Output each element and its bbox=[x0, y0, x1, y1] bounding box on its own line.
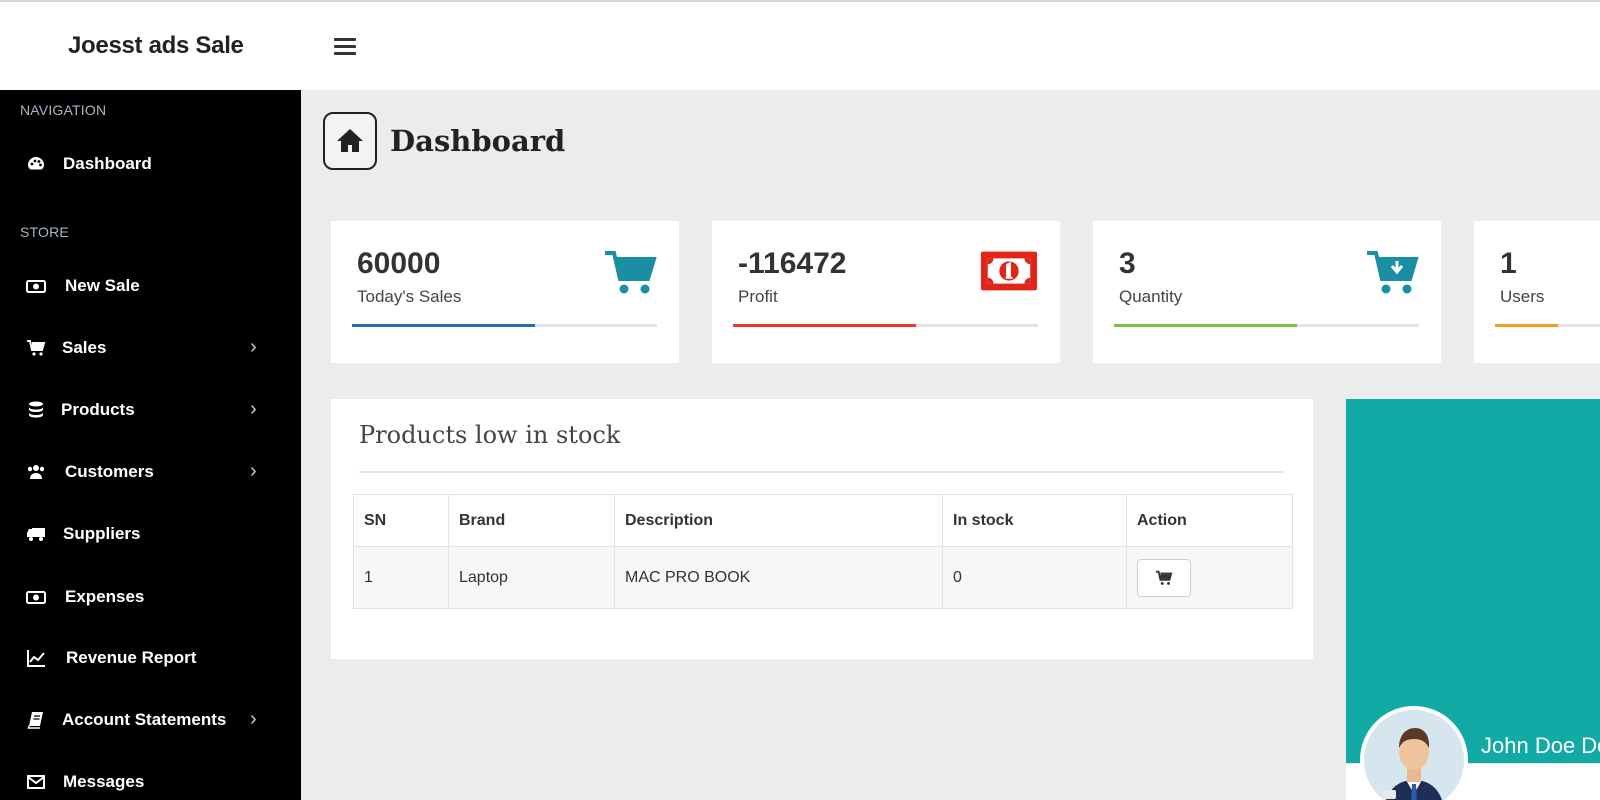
users-icon bbox=[27, 465, 45, 479]
stat-progress bbox=[352, 324, 657, 327]
stat-card-quantity: 3 Quantity bbox=[1093, 221, 1441, 363]
menu-toggle-button[interactable] bbox=[334, 38, 356, 56]
sidebar-item-label: New Sale bbox=[65, 276, 140, 295]
stat-progress bbox=[1495, 324, 1600, 327]
cart-icon bbox=[27, 340, 46, 356]
sidebar-item-expenses[interactable]: Expenses bbox=[0, 575, 301, 619]
low-stock-panel: Products low in stock SN Brand Descripti… bbox=[331, 399, 1313, 659]
hamburger-icon bbox=[334, 38, 356, 41]
chevron-right-icon: › bbox=[250, 708, 257, 730]
sidebar-item-sales[interactable]: Sales › bbox=[0, 326, 301, 370]
profile-widget: John Doe Do bbox=[1346, 399, 1600, 800]
shopping-cart-icon bbox=[605, 251, 657, 294]
column-header: Description bbox=[614, 494, 943, 547]
home-icon bbox=[337, 129, 363, 152]
stat-progress-fill bbox=[733, 324, 916, 327]
restock-cart-button[interactable] bbox=[1137, 558, 1191, 597]
column-header: Brand bbox=[448, 494, 615, 547]
cell-description: MAC PRO BOOK bbox=[614, 546, 943, 609]
envelope-icon bbox=[27, 775, 45, 789]
table-header-row: SN Brand Description In stock Action bbox=[353, 494, 1293, 547]
stat-label: Quantity bbox=[1119, 287, 1183, 306]
sidebar-item-revenue-report[interactable]: Revenue Report bbox=[0, 636, 301, 680]
money-icon bbox=[26, 280, 46, 293]
sidebar-item-account-statements[interactable]: Account Statements › bbox=[0, 698, 301, 742]
stat-progress-fill bbox=[352, 324, 535, 327]
low-stock-table: SN Brand Description In stock Action 1 L… bbox=[353, 494, 1293, 609]
cart-icon bbox=[1155, 570, 1173, 585]
avatar-image bbox=[1364, 710, 1464, 800]
brand-title[interactable]: Joesst ads Sale bbox=[68, 32, 244, 60]
table-row: 1 Laptop MAC PRO BOOK 0 bbox=[353, 546, 1293, 609]
cell-sn: 1 bbox=[353, 546, 449, 609]
chevron-right-icon: › bbox=[250, 398, 257, 420]
sidebar-item-label: Products bbox=[61, 400, 135, 419]
money-bill-icon bbox=[980, 251, 1038, 291]
sidebar-item-dashboard[interactable]: Dashboard bbox=[0, 142, 301, 186]
sidebar-item-messages[interactable]: Messages bbox=[0, 760, 301, 800]
sidebar-item-label: Dashboard bbox=[63, 154, 152, 173]
profile-name[interactable]: John Doe Do bbox=[1481, 733, 1600, 759]
stat-card-users: 1 Users bbox=[1474, 221, 1600, 363]
sidebar-item-label: Messages bbox=[63, 772, 145, 791]
truck-icon bbox=[27, 528, 45, 541]
cart-download-icon bbox=[1367, 251, 1419, 294]
sidebar-item-label: Revenue Report bbox=[66, 648, 197, 667]
stat-label: Users bbox=[1500, 287, 1545, 306]
cell-in-stock: 0 bbox=[942, 546, 1127, 609]
stat-card-profit: -116472 Profit bbox=[712, 221, 1060, 363]
cell-brand: Laptop bbox=[448, 546, 615, 609]
sidebar-item-label: Sales bbox=[62, 338, 107, 357]
top-bar: Joesst ads Sale bbox=[0, 0, 1600, 90]
panel-title: Products low in stock bbox=[359, 421, 621, 449]
sidebar: NAVIGATION Dashboard STORE New Sale Sale… bbox=[0, 90, 301, 800]
stat-value: 3 bbox=[1119, 247, 1136, 280]
chevron-right-icon: › bbox=[250, 336, 257, 358]
palette-icon bbox=[28, 157, 44, 170]
sidebar-item-customers[interactable]: Customers › bbox=[0, 450, 301, 494]
sidebar-item-suppliers[interactable]: Suppliers bbox=[0, 512, 301, 556]
page-title: Dashboard bbox=[390, 124, 566, 158]
chevron-right-icon: › bbox=[250, 460, 257, 482]
line-chart-icon bbox=[27, 650, 45, 667]
stat-label: Profit bbox=[738, 287, 778, 306]
column-header: In stock bbox=[942, 494, 1127, 547]
nav-heading-navigation: NAVIGATION bbox=[20, 102, 107, 118]
sidebar-item-label: Account Statements bbox=[62, 710, 227, 729]
stat-value: 60000 bbox=[357, 247, 441, 280]
divider bbox=[359, 471, 1285, 473]
stat-progress-fill bbox=[1495, 324, 1558, 327]
stat-progress bbox=[733, 324, 1038, 327]
sidebar-item-label: Suppliers bbox=[63, 524, 141, 543]
stat-value: -116472 bbox=[738, 247, 847, 280]
stat-label: Today's Sales bbox=[357, 287, 462, 306]
stat-progress-fill bbox=[1114, 324, 1297, 327]
avatar[interactable] bbox=[1360, 706, 1468, 800]
money-icon bbox=[26, 591, 46, 604]
column-header: Action bbox=[1126, 494, 1293, 547]
database-icon bbox=[29, 401, 43, 418]
sidebar-item-new-sale[interactable]: New Sale bbox=[0, 264, 301, 308]
cell-action bbox=[1126, 546, 1293, 609]
stat-value: 1 bbox=[1500, 247, 1517, 280]
home-icon-box bbox=[323, 112, 377, 170]
sidebar-item-label: Expenses bbox=[65, 587, 145, 606]
column-header: SN bbox=[353, 494, 449, 547]
stat-card-sales: 60000 Today's Sales bbox=[331, 221, 679, 363]
sidebar-item-products[interactable]: Products › bbox=[0, 388, 301, 432]
sidebar-item-label: Customers bbox=[65, 462, 154, 481]
stat-progress bbox=[1114, 324, 1419, 327]
nav-heading-store: STORE bbox=[20, 224, 69, 240]
book-icon bbox=[27, 712, 43, 729]
